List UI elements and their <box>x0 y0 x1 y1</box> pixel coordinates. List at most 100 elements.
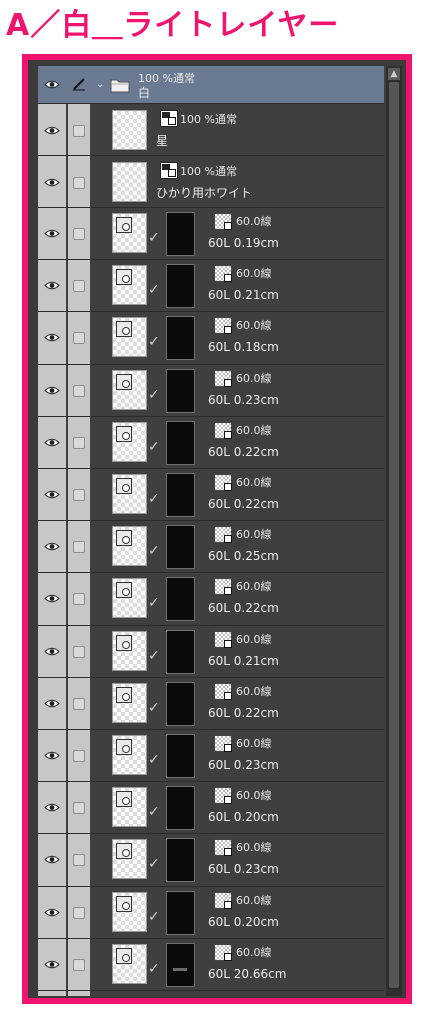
eye-icon[interactable] <box>44 80 60 89</box>
layer-mask-thumbnail[interactable] <box>166 942 195 987</box>
mask-link-icon[interactable]: ✓ <box>148 961 160 977</box>
layer-row-folder[interactable]: ⌄ 100 %通常 白 <box>38 66 384 104</box>
layer-row-vector[interactable]: ✓ 60.0線 60L 20.66cm <box>38 939 384 991</box>
edit-lock-checkbox[interactable] <box>73 177 85 189</box>
mask-link-icon[interactable]: ✓ <box>148 387 160 403</box>
eye-icon[interactable] <box>44 855 60 864</box>
edit-lock-checkbox[interactable] <box>73 436 85 449</box>
eye-icon[interactable] <box>44 229 60 238</box>
edit-lock-checkbox[interactable] <box>73 489 85 501</box>
vector-layer-icon <box>116 530 132 547</box>
eye-icon[interactable] <box>44 542 60 551</box>
layer-row-vector[interactable]: ✓ 60.0線 60L 0.25cm <box>38 521 384 574</box>
edit-lock-checkbox[interactable] <box>73 593 85 606</box>
layer-row-vector[interactable]: ✓ 60.0線 60L 0.18cm <box>38 312 384 365</box>
eye-icon[interactable] <box>44 333 60 342</box>
edit-lock-checkbox[interactable] <box>73 280 85 293</box>
layer-mask-thumbnail[interactable] <box>166 420 195 465</box>
mask-link-icon[interactable]: ✓ <box>148 700 160 716</box>
mask-link-icon[interactable]: ✓ <box>148 648 160 664</box>
layer-row-vector[interactable]: ✓ 60.0線 60L 0.21cm <box>38 626 384 678</box>
vector-layer-icon <box>116 582 132 599</box>
mask-link-icon[interactable]: ✓ <box>148 491 160 507</box>
eye-icon[interactable] <box>44 908 60 917</box>
layer-row-vector[interactable]: ✓ 60.0線 60L 0.20cm <box>38 782 384 835</box>
layer-mask-thumbnail[interactable] <box>166 212 195 256</box>
layer-row-vector[interactable]: ✓ 60.0線 60L 0.19cm <box>38 208 384 261</box>
mask-link-icon[interactable]: ✓ <box>148 804 160 820</box>
vector-layer-icon <box>116 895 132 912</box>
mask-link-icon[interactable]: ✓ <box>148 752 160 768</box>
layer-mask-thumbnail[interactable] <box>166 786 195 831</box>
edit-lock-checkbox[interactable] <box>73 697 85 710</box>
layer-mask-thumbnail[interactable] <box>166 368 195 413</box>
pen-icon[interactable] <box>72 77 86 91</box>
edit-lock-checkbox[interactable] <box>73 228 85 240</box>
eye-icon[interactable] <box>44 126 60 135</box>
layer-mask-thumbnail[interactable] <box>166 890 195 935</box>
layer-mask-thumbnail[interactable] <box>166 577 195 622</box>
scrollbar-thumb[interactable] <box>389 82 399 988</box>
layer-row-vector[interactable]: ✓ 60.0線 60L 0.22cm <box>38 573 384 626</box>
layer-row-raster[interactable]: 100 %通常 ひかり用ホワイト <box>38 156 384 208</box>
edit-lock-checkbox[interactable] <box>73 125 85 137</box>
edit-lock-checkbox[interactable] <box>73 384 85 397</box>
layer-row-vector[interactable]: ✓ 60.0線 60L 0.22cm <box>38 417 384 469</box>
layer-row-vector[interactable]: ✓ 60.0線 60L 0.20cm <box>38 887 384 939</box>
edit-lock-checkbox[interactable] <box>73 541 85 554</box>
eye-icon[interactable] <box>44 438 60 447</box>
eye-icon[interactable] <box>44 178 60 187</box>
eye-icon[interactable] <box>44 594 60 603</box>
highlight-frame: ⌄ 100 %通常 白 100 %通常 星 100 %通常 ひかり用ホワイト ✓… <box>22 54 412 1004</box>
mask-link-icon[interactable]: ✓ <box>148 439 160 455</box>
edit-lock-checkbox[interactable] <box>73 854 85 867</box>
layer-mask-thumbnail[interactable] <box>166 316 195 361</box>
line-layer-icon <box>214 369 232 387</box>
layer-row-vector[interactable]: ✓ 60.0線 60L 0.21cm <box>38 260 384 313</box>
line-layer-icon <box>214 682 232 700</box>
layer-mask-thumbnail[interactable] <box>166 264 195 309</box>
mask-link-icon[interactable]: ✓ <box>148 909 160 925</box>
eye-icon[interactable] <box>44 386 60 395</box>
edit-lock-checkbox[interactable] <box>73 958 85 971</box>
layer-name: 60L 0.23cm <box>208 392 279 407</box>
edit-lock-checkbox[interactable] <box>73 906 85 919</box>
eye-icon[interactable] <box>44 960 60 969</box>
layer-row-vector[interactable]: ✓ 60.0線 60L 0.23cm <box>38 730 384 783</box>
eye-icon[interactable] <box>44 803 60 812</box>
mask-link-icon[interactable]: ✓ <box>148 856 160 872</box>
layer-row-vector[interactable]: ✓ 60.0線 60L 0.23cm <box>38 365 384 417</box>
mask-link-icon[interactable]: ✓ <box>148 595 160 611</box>
chevron-down-icon[interactable]: ⌄ <box>96 79 104 90</box>
edit-lock-checkbox[interactable] <box>73 332 85 345</box>
edit-lock-checkbox[interactable] <box>73 750 85 762</box>
eye-icon[interactable] <box>44 699 60 708</box>
scroll-up-icon[interactable]: ▲ <box>388 68 400 80</box>
edit-lock-checkbox[interactable] <box>73 802 85 815</box>
eye-icon[interactable] <box>44 490 60 499</box>
layer-name: 60L 0.25cm <box>208 549 279 564</box>
eye-icon[interactable] <box>44 281 60 290</box>
mask-link-icon[interactable]: ✓ <box>148 334 160 350</box>
layer-row-raster[interactable]: 100 %通常 星 <box>38 104 384 156</box>
vector-layer-icon <box>116 373 132 390</box>
layer-mask-thumbnail[interactable] <box>166 525 195 570</box>
layer-thumbnail <box>112 630 147 671</box>
mask-link-icon[interactable]: ✓ <box>148 282 160 298</box>
layer-row-vector[interactable]: ✓ 60.0線 60L 0.22cm <box>38 678 384 730</box>
layer-mask-thumbnail[interactable] <box>166 681 195 726</box>
panel-scrollbar[interactable]: ▲ <box>386 66 402 996</box>
layer-mask-thumbnail[interactable] <box>166 734 195 778</box>
layer-row-vector[interactable]: ✓ 60.0線 60L 0.23cm <box>38 834 384 887</box>
edit-lock-checkbox[interactable] <box>73 645 85 658</box>
layer-mask-thumbnail[interactable] <box>166 473 195 517</box>
eye-icon[interactable] <box>44 751 60 760</box>
layer-mask-thumbnail[interactable] <box>166 838 195 883</box>
layer-mask-thumbnail[interactable] <box>166 629 195 674</box>
layer-opacity-blend: 60.0線 <box>236 371 272 385</box>
line-layer-icon <box>214 787 232 805</box>
mask-link-icon[interactable]: ✓ <box>148 543 160 559</box>
mask-link-icon[interactable]: ✓ <box>148 230 160 246</box>
layer-row-vector[interactable]: ✓ 60.0線 60L 0.22cm <box>38 469 384 522</box>
eye-icon[interactable] <box>44 647 60 656</box>
